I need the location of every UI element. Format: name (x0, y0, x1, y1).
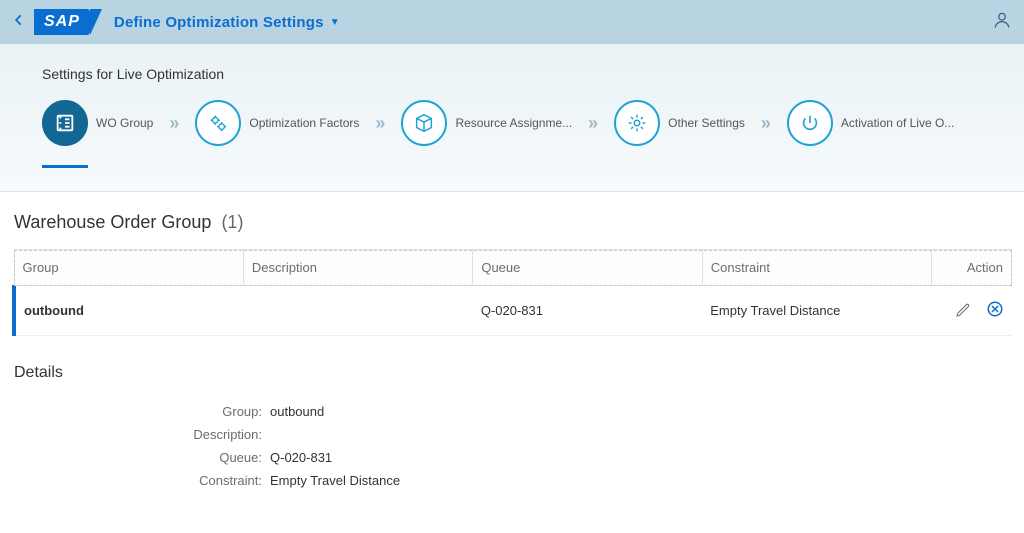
back-button[interactable] (12, 13, 26, 32)
wizard-step-label: Other Settings (668, 116, 745, 130)
chevron-right-icon: » (169, 113, 179, 134)
wizard-steps: WO Group » Optimization Factors » Resour… (42, 100, 1024, 146)
wizard-step-label: Activation of Live O... (841, 116, 954, 130)
col-group[interactable]: Group (14, 250, 243, 286)
detail-label: Group: (12, 404, 270, 419)
wizard-step-label: WO Group (96, 116, 153, 130)
col-constraint[interactable]: Constraint (702, 250, 931, 286)
wizard-title: Settings for Live Optimization (42, 66, 1024, 82)
details-title: Details (14, 364, 1012, 382)
chevron-right-icon: » (375, 113, 385, 134)
table-section: Warehouse Order Group (1) Group Descript… (0, 192, 1024, 488)
wizard-step-wo-group[interactable]: WO Group (42, 100, 153, 146)
gears-icon (195, 100, 241, 146)
wizard-step-label: Resource Assignme... (455, 116, 572, 130)
user-icon[interactable] (992, 10, 1012, 35)
wizard-step-other-settings[interactable]: Other Settings (614, 100, 745, 146)
cell-group: outbound (14, 286, 243, 336)
wizard-step-activation[interactable]: Activation of Live O... (787, 100, 954, 146)
col-queue[interactable]: Queue (473, 250, 702, 286)
shell-header: SAP Define Optimization Settings ▼ (0, 0, 1024, 44)
col-description[interactable]: Description (243, 250, 472, 286)
detail-value: Empty Travel Distance (270, 473, 400, 488)
detail-row-group: Group: outbound (12, 404, 1012, 419)
delete-icon[interactable] (986, 300, 1004, 318)
detail-row-description: Description: (12, 427, 1012, 442)
wo-group-table: Group Description Queue Constraint Actio… (12, 249, 1012, 336)
list-icon (42, 100, 88, 146)
sap-logo: SAP (34, 9, 90, 35)
wizard-area: Settings for Live Optimization WO Group … (0, 44, 1024, 192)
table-row[interactable]: outbound Q-020-831 Empty Travel Distance (14, 286, 1012, 336)
gear-icon (614, 100, 660, 146)
detail-label: Description: (12, 427, 270, 442)
cell-description (243, 286, 472, 336)
wizard-step-label: Optimization Factors (249, 116, 359, 130)
table-count: (1) (221, 212, 243, 232)
detail-value: outbound (270, 404, 324, 419)
page-title-text: Define Optimization Settings (114, 14, 324, 31)
page-title-dropdown[interactable]: Define Optimization Settings ▼ (114, 14, 340, 31)
detail-row-queue: Queue: Q-020-831 (12, 450, 1012, 465)
edit-icon[interactable] (954, 301, 972, 319)
chevron-right-icon: » (761, 113, 771, 134)
detail-row-constraint: Constraint: Empty Travel Distance (12, 473, 1012, 488)
wizard-step-optimization-factors[interactable]: Optimization Factors (195, 100, 359, 146)
table-title: Warehouse Order Group (1) (14, 212, 1012, 233)
detail-label: Queue: (12, 450, 270, 465)
cube-icon (401, 100, 447, 146)
detail-label: Constraint: (12, 473, 270, 488)
cell-action (932, 286, 1012, 336)
power-icon (787, 100, 833, 146)
col-action: Action (932, 250, 1012, 286)
details-section: Details Group: outbound Description: Que… (12, 336, 1012, 488)
cell-queue: Q-020-831 (473, 286, 702, 336)
chevron-right-icon: » (588, 113, 598, 134)
cell-constraint: Empty Travel Distance (702, 286, 931, 336)
chevron-down-icon: ▼ (330, 17, 340, 28)
detail-value: Q-020-831 (270, 450, 332, 465)
table-title-text: Warehouse Order Group (14, 212, 211, 232)
wizard-step-resource-assignment[interactable]: Resource Assignme... (401, 100, 572, 146)
